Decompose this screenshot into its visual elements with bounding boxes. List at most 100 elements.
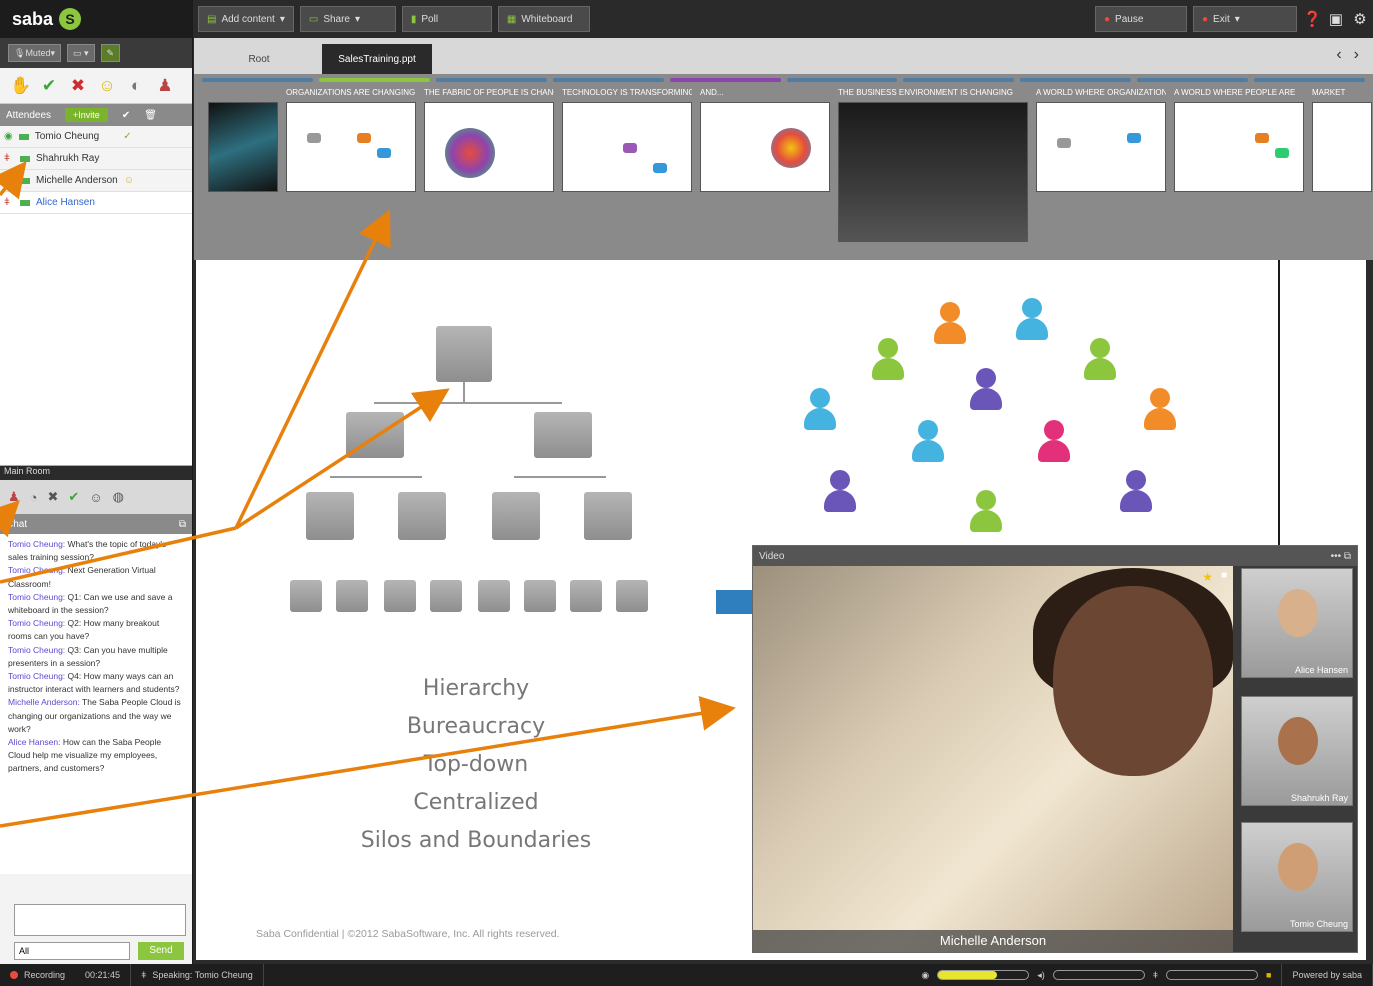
attendee-row[interactable]: ǂ Michelle Anderson ☺: [0, 170, 192, 192]
yes-icon[interactable]: ✔: [39, 76, 59, 96]
video-title: Video: [759, 550, 785, 562]
mic-icon: ǂ: [4, 153, 10, 164]
chat-message: Alice Hansen: How can the Saba People Cl…: [8, 736, 184, 776]
settings-gear-icon[interactable]: ⚙: [1351, 10, 1369, 28]
mute-dropdown[interactable]: 🎙 Muted ▾: [8, 44, 61, 62]
help-icon[interactable]: ❓: [1303, 10, 1322, 28]
side-video-feed[interactable]: Alice Hansen: [1241, 568, 1353, 678]
attendee-row[interactable]: ǂ Alice Hansen: [0, 192, 192, 214]
poll-icon: ▮: [410, 13, 417, 25]
attendees-count-icon: ♟: [8, 489, 20, 504]
speaker-icon[interactable]: ◂): [1037, 970, 1045, 981]
slide-thumbnail[interactable]: ORGANIZATIONS ARE CHANGING: [286, 88, 416, 242]
check-icon[interactable]: ✔: [122, 110, 130, 121]
slide-thumbnail[interactable]: TECHNOLOGY IS TRANSFORMING: [562, 88, 692, 242]
org-box-top: [436, 326, 492, 382]
main-video-feed[interactable]: Michelle Anderson ★ ■: [753, 566, 1233, 952]
chat-header: Chat ⧉: [0, 514, 192, 534]
share-icon: ▭: [308, 13, 319, 25]
participant-face: [1278, 589, 1318, 637]
slide-thumbnail[interactable]: MARKET: [1312, 88, 1372, 242]
slide-thumbnail-strip: ORGANIZATIONS ARE CHANGING THE FABRIC OF…: [194, 74, 1373, 260]
trash-icon[interactable]: 🗑: [144, 110, 157, 121]
popout-icon[interactable]: ⧉: [179, 519, 186, 530]
slide-footer: Saba Confidential | ©2012 SabaSoftware, …: [256, 928, 560, 940]
whiteboard-button[interactable]: ▦ Whiteboard: [497, 6, 590, 32]
network-person-icon: [960, 490, 1012, 550]
chat-sender: Tomio Cheung:: [8, 565, 66, 576]
away-icon[interactable]: ◐: [126, 76, 146, 96]
side-video-feed[interactable]: Tomio Cheung: [1241, 822, 1353, 932]
person-body: [970, 510, 1002, 532]
attendee-name: Shahrukh Ray: [36, 153, 100, 164]
thumbnail-title: ORGANIZATIONS ARE CHANGING: [286, 88, 416, 97]
org-connector: [330, 476, 422, 478]
org-box-level4: [290, 580, 322, 612]
raise-hand-icon[interactable]: ✋: [10, 76, 31, 96]
star-icon[interactable]: ★: [1202, 570, 1213, 584]
chat-input[interactable]: [14, 904, 186, 936]
hand-count-icon: ◍: [112, 489, 124, 504]
square-icon[interactable]: ■: [1221, 570, 1227, 581]
attendee-row[interactable]: ◉ Tomio Cheung ✓: [0, 126, 192, 148]
mic-status-icon: ǂ: [141, 970, 147, 980]
share-label: Share: [323, 13, 350, 25]
slide-thumbnail[interactable]: [208, 88, 278, 242]
recording-label: Recording: [24, 970, 66, 980]
camera-dropdown[interactable]: ▭ ▾: [66, 44, 95, 62]
pen-button[interactable]: ✎: [100, 44, 121, 62]
side-video-name: Alice Hansen: [1294, 665, 1348, 675]
poll-button[interactable]: ▮ Poll: [401, 6, 492, 32]
mic-icon[interactable]: ǂ: [1153, 970, 1158, 980]
whiteboard-icon: ▦: [506, 13, 517, 25]
saba-app: saba S 🎙 Muted ▾ ▭ ▾ ✎ ✋ ✔ ✖ ☺ ◐ ♟ Attend…: [0, 0, 1373, 986]
org-connector: [463, 382, 465, 402]
video-panel: Video ••• ⧉ Michelle Anderson ★ ■ Alice …: [752, 545, 1358, 953]
send-button[interactable]: Send: [138, 942, 184, 960]
chat-sender: Tomio Cheung:: [8, 539, 66, 549]
chevron-left-icon[interactable]: ‹: [1336, 46, 1341, 64]
speaker-volume-slider[interactable]: [1052, 970, 1145, 980]
permissions-icon[interactable]: ♟: [155, 76, 175, 96]
person-body: [1120, 490, 1152, 512]
recording-status[interactable]: Recording 00:21:45: [0, 964, 132, 986]
participant-face: [1278, 843, 1318, 891]
slide-thumbnail[interactable]: A WORLD WHERE ORGANIZATIONS: [1036, 88, 1166, 242]
person-body: [1016, 318, 1048, 340]
chat-recipient-select[interactable]: All: [14, 942, 130, 960]
no-icon[interactable]: ✖: [68, 76, 88, 96]
mic-volume-slider[interactable]: [1166, 970, 1259, 980]
thumbnail-image: [286, 102, 416, 192]
attendee-row[interactable]: ǂ Shahrukh Ray: [0, 148, 192, 170]
share-button[interactable]: ▭ Share ▾: [299, 6, 396, 32]
tab-salestraining[interactable]: SalesTraining.ppt: [322, 44, 432, 74]
attendees-label: Attendees: [6, 109, 52, 121]
chat-sender: Tomio Cheung:: [8, 644, 66, 655]
chat-sender: Alice Hansen:: [8, 737, 61, 748]
slide-thumbnail-current[interactable]: THE BUSINESS ENVIRONMENT IS CHANGING: [838, 88, 1028, 242]
person-head: [1126, 470, 1146, 490]
thumb-shape: [653, 163, 667, 173]
org-box-level3: [306, 492, 354, 540]
side-video-feed[interactable]: Shahrukh Ray: [1241, 696, 1353, 806]
network-person-icon: [1006, 298, 1058, 358]
layout-icon[interactable]: ▣: [1327, 10, 1345, 28]
section-bar: [1254, 78, 1366, 82]
slide-thumbnail[interactable]: AND...: [700, 88, 830, 242]
person-head: [1150, 388, 1170, 408]
chat-message: Tomio Cheung: Q2: How many breakout room…: [8, 617, 184, 643]
exit-icon: ●: [1202, 13, 1209, 25]
left-sidebar: saba S 🎙 Muted ▾ ▭ ▾ ✎ ✋ ✔ ✖ ☺ ◐ ♟ Attend…: [0, 0, 193, 964]
video-menu-icon[interactable]: ••• ⧉: [1331, 551, 1351, 562]
tab-navigation: ‹ ›: [1336, 46, 1359, 64]
slide-thumbnail[interactable]: A WORLD WHERE PEOPLE ARE: [1174, 88, 1304, 242]
slide-thumbnail[interactable]: THE FABRIC OF PEOPLE IS CHANGING: [424, 88, 554, 242]
exit-button[interactable]: ● Exit ▾: [1193, 6, 1297, 32]
tab-root[interactable]: Root: [204, 44, 314, 74]
chevron-right-icon[interactable]: ›: [1354, 46, 1359, 64]
invite-button[interactable]: +Invite: [65, 108, 108, 122]
add-content-button[interactable]: ▤ Add content ▾: [198, 6, 294, 32]
pause-button[interactable]: ● Pause: [1095, 6, 1187, 32]
smile-icon[interactable]: ☺: [97, 76, 117, 96]
powered-by: Powered by saba: [1282, 964, 1373, 986]
